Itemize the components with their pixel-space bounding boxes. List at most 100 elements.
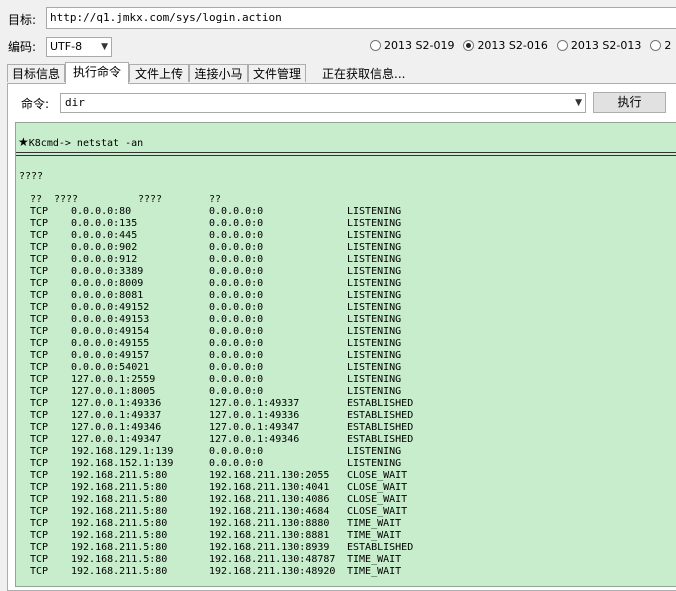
execute-button[interactable]: 执行 xyxy=(593,92,666,113)
row-state: LISTENING xyxy=(347,278,402,289)
row-proto: TCP xyxy=(30,338,49,349)
row-state: LISTENING xyxy=(347,266,402,277)
execute-command-panel: 命令: dir ▼ 执行 ★K8cmd-> netstat -an ???? ?… xyxy=(7,83,676,591)
row-proto: TCP xyxy=(30,458,49,469)
row-state: LISTENING xyxy=(347,218,402,229)
row-local-address: 127.0.0.1:49336 xyxy=(71,398,162,409)
row-local-address: 0.0.0.0:8081 xyxy=(71,290,144,301)
row-foreign-address: 0.0.0.0:0 xyxy=(209,302,264,313)
row-local-address: 192.168.211.5:80 xyxy=(71,506,168,517)
row-state: LISTENING xyxy=(347,446,402,457)
status-text: 正在获取信息... xyxy=(322,67,406,81)
row-state: LISTENING xyxy=(347,254,402,265)
tab-execute-command[interactable]: 执行命令 xyxy=(65,62,129,84)
radio-icon xyxy=(370,40,381,51)
row-foreign-address: 0.0.0.0:0 xyxy=(209,338,264,349)
row-foreign-address: 192.168.211.130:8880 xyxy=(209,518,330,529)
row-local-address: 192.168.211.5:80 xyxy=(71,470,168,481)
row-state: LISTENING xyxy=(347,362,402,373)
tab-connect-shell[interactable]: 连接小马 xyxy=(189,64,248,82)
row-foreign-address: 0.0.0.0:0 xyxy=(209,218,264,229)
row-local-address: 192.168.211.5:80 xyxy=(71,542,168,553)
row-local-address: 0.0.0.0:49152 xyxy=(71,302,150,313)
header-state: ?? xyxy=(209,194,222,205)
row-foreign-address: 192.168.211.130:8881 xyxy=(209,530,330,541)
encoding-select[interactable]: UTF-8 ▼ xyxy=(46,37,112,57)
row-foreign-address: 192.168.211.130:4041 xyxy=(209,482,330,493)
version-radio-1[interactable]: 2013 S2-016 xyxy=(463,39,548,52)
row-local-address: 192.168.211.5:80 xyxy=(71,530,168,541)
version-label: 2 xyxy=(664,39,672,52)
row-proto: TCP xyxy=(30,302,49,313)
row-foreign-address: 0.0.0.0:0 xyxy=(209,266,264,277)
version-label: 2013 S2-016 xyxy=(477,39,548,52)
row-state: ESTABLISHED xyxy=(347,410,414,421)
row-proto: TCP xyxy=(30,398,49,409)
row-proto: TCP xyxy=(30,566,49,577)
chevron-down-icon: ▼ xyxy=(575,98,582,108)
row-local-address: 192.168.211.5:80 xyxy=(71,494,168,505)
row-foreign-address: 192.168.211.130:2055 xyxy=(209,470,330,481)
row-state: CLOSE_WAIT xyxy=(347,482,408,493)
tab-file-upload[interactable]: 文件上传 xyxy=(129,64,189,82)
row-foreign-address: 0.0.0.0:0 xyxy=(209,458,264,469)
row-foreign-address: 0.0.0.0:0 xyxy=(209,386,264,397)
row-state: LISTENING xyxy=(347,350,402,361)
row-foreign-address: 192.168.211.130:4086 xyxy=(209,494,330,505)
row-local-address: 192.168.211.5:80 xyxy=(71,554,168,565)
version-radio-0[interactable]: 2013 S2-019 xyxy=(370,39,454,52)
row-state: LISTENING xyxy=(347,386,402,397)
row-local-address: 0.0.0.0:3389 xyxy=(71,266,144,277)
row-proto: TCP xyxy=(30,506,49,517)
command-output[interactable]: ★K8cmd-> netstat -an ???? ?? ???? ???? ?… xyxy=(15,122,676,587)
row-proto: TCP xyxy=(30,542,49,553)
command-input[interactable]: dir ▼ xyxy=(60,93,586,113)
row-state: LISTENING xyxy=(347,314,402,325)
version-radio-2[interactable]: 2013 S2-013 xyxy=(556,39,641,52)
row-local-address: 127.0.0.1:8005 xyxy=(71,386,156,397)
target-label: 目标: xyxy=(8,13,37,27)
row-foreign-address: 0.0.0.0:0 xyxy=(209,278,264,289)
row-state: LISTENING xyxy=(347,242,402,253)
row-foreign-address: 192.168.211.130:48920 xyxy=(209,566,336,577)
row-local-address: 192.168.129.1:139 xyxy=(71,446,174,457)
row-proto: TCP xyxy=(30,518,49,529)
row-foreign-address: 127.0.0.1:49347 xyxy=(209,422,300,433)
row-state: LISTENING xyxy=(347,338,402,349)
row-local-address: 0.0.0.0:49154 xyxy=(71,326,150,337)
row-local-address: 192.168.211.5:80 xyxy=(71,518,168,529)
command-label: 命令: xyxy=(21,97,50,111)
version-radio-3[interactable]: 2 xyxy=(650,39,671,52)
tab-target-info[interactable]: 目标信息 xyxy=(7,64,65,82)
target-url-input[interactable]: http://q1.jmkx.com/sys/login.action xyxy=(46,7,676,29)
output-line: ???? xyxy=(19,171,44,182)
row-proto: TCP xyxy=(30,446,49,457)
row-state: LISTENING xyxy=(347,206,402,217)
row-local-address: 0.0.0.0:54021 xyxy=(71,362,150,373)
row-local-address: 192.168.211.5:80 xyxy=(71,566,168,577)
row-foreign-address: 0.0.0.0:0 xyxy=(209,254,264,265)
tab-file-manager[interactable]: 文件管理 xyxy=(248,64,306,82)
row-state: ESTABLISHED xyxy=(347,542,414,553)
row-proto: TCP xyxy=(30,350,49,361)
row-proto: TCP xyxy=(30,314,49,325)
row-proto: TCP xyxy=(30,242,49,253)
row-foreign-address: 0.0.0.0:0 xyxy=(209,350,264,361)
command-row: 命令: dir ▼ 执行 xyxy=(8,92,676,116)
row-local-address: 127.0.0.1:49346 xyxy=(71,422,162,433)
row-proto: TCP xyxy=(30,554,49,565)
row-proto: TCP xyxy=(30,254,49,265)
row-proto: TCP xyxy=(30,530,49,541)
row-foreign-address: 0.0.0.0:0 xyxy=(209,374,264,385)
row-proto: TCP xyxy=(30,278,49,289)
row-foreign-address: 0.0.0.0:0 xyxy=(209,314,264,325)
row-proto: TCP xyxy=(30,290,49,301)
row-state: LISTENING xyxy=(347,290,402,301)
tab-bar: 目标信息 执行命令 文件上传 连接小马 文件管理 正在获取信息... xyxy=(7,62,676,84)
row-foreign-address: 0.0.0.0:0 xyxy=(209,230,264,241)
row-proto: TCP xyxy=(30,410,49,421)
row-proto: TCP xyxy=(30,470,49,481)
header-proto: ?? xyxy=(30,194,43,205)
row-foreign-address: 127.0.0.1:49336 xyxy=(209,410,300,421)
row-local-address: 0.0.0.0:49157 xyxy=(71,350,150,361)
